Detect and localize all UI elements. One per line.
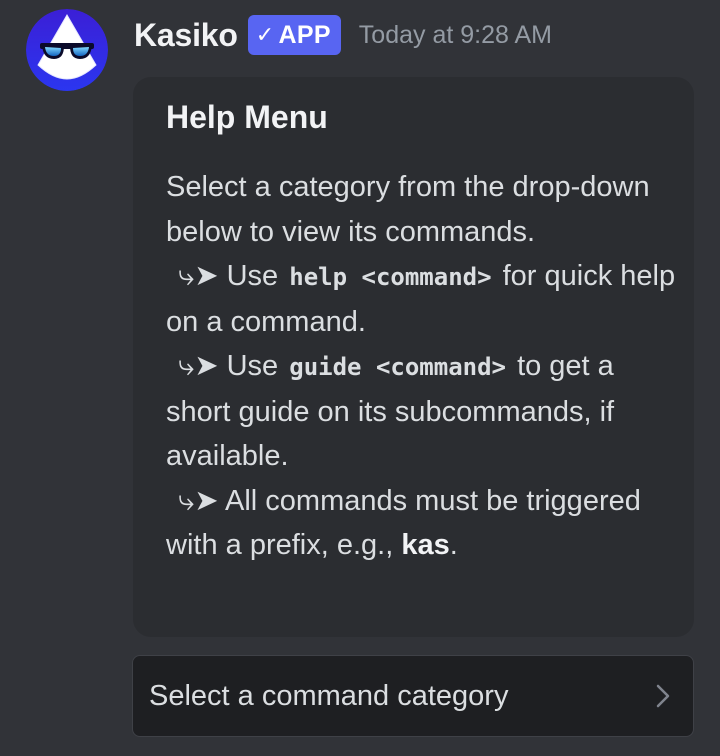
prefix-instruction-end: . <box>449 529 458 561</box>
reply-arrow-icon: ⤷➤ <box>178 350 219 382</box>
embed-description: Select a category from the drop-down bel… <box>166 165 676 568</box>
prefix-instruction: ⤷➤ All commands must be triggered with a… <box>166 479 676 568</box>
check-icon: ✓ <box>255 22 275 47</box>
embed-intro: Select a category from the drop-down bel… <box>166 171 650 248</box>
avatar[interactable] <box>26 9 108 91</box>
sunglasses-avatar-icon <box>26 9 108 91</box>
embed-title: Help Menu <box>166 99 328 135</box>
reply-arrow-icon: ⤷➤ <box>178 260 219 292</box>
help-instruction-prefix: Use <box>226 260 279 292</box>
username[interactable]: Kasiko <box>134 17 238 54</box>
app-badge: ✓ APP <box>247 15 341 55</box>
timestamp[interactable]: Today at 9:28 AM <box>359 21 552 50</box>
guide-command-code: guide <command> <box>289 353 506 381</box>
help-embed: Help Menu Select a category from the dro… <box>133 77 694 637</box>
help-command-code: help <command> <box>289 263 492 291</box>
help-instruction: ⤷➤ Use help <command> for quick help on … <box>166 254 676 344</box>
message-header: Kasiko ✓ APP Today at 9:28 AM <box>134 12 552 58</box>
reply-arrow-icon: ⤷➤ <box>178 484 219 517</box>
guide-instruction: ⤷➤ Use guide <command> to get a short gu… <box>166 344 676 479</box>
app-badge-label: APP <box>278 20 331 49</box>
chevron-right-icon <box>655 683 671 709</box>
prefix-value: kas <box>401 529 450 561</box>
select-placeholder: Select a command category <box>149 679 509 712</box>
guide-instruction-prefix: Use <box>226 350 279 382</box>
command-category-select[interactable]: Select a command category <box>132 655 694 737</box>
